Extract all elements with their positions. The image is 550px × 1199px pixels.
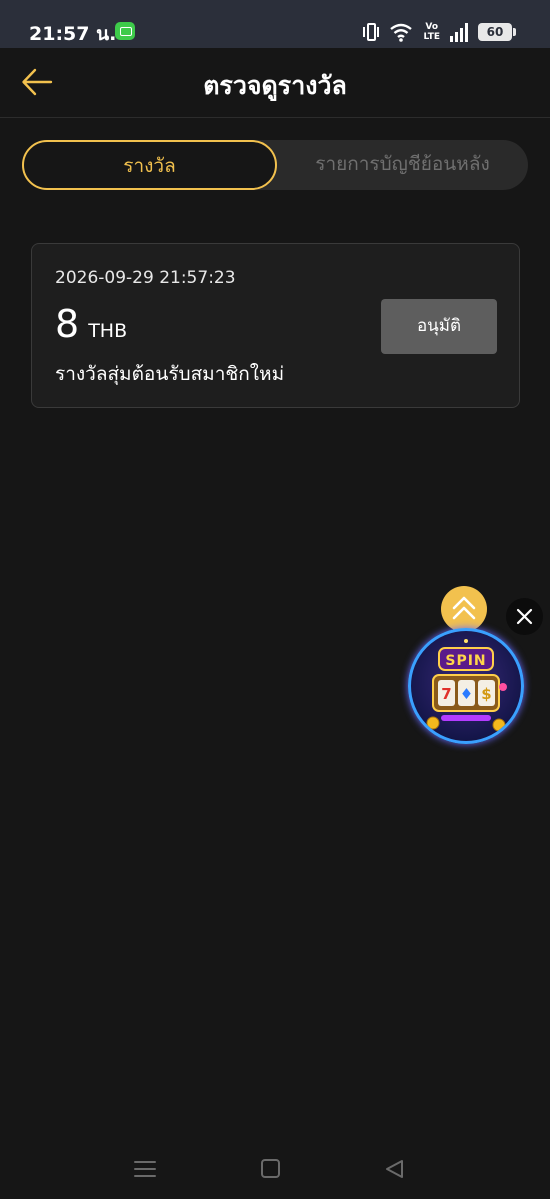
tab-rewards[interactable]: รางวัล (22, 140, 277, 190)
volte-line2: LTE (423, 32, 440, 42)
reward-name: รางวัลสุ่มต้อนรับสมาชิกใหม่ (55, 363, 285, 385)
spin-widget[interactable]: 7 ♦ $ SPIN (408, 628, 524, 744)
signal-icon (450, 22, 468, 42)
close-icon (516, 608, 533, 625)
reward-card: 2026-09-29 21:57:23 8 THB รางวัลสุ่มต้อน… (31, 243, 520, 408)
volte-indicator: Vo LTE (423, 22, 440, 42)
vibrate-icon (363, 21, 380, 43)
spin-label: SPIN (445, 653, 487, 669)
system-back-button[interactable] (380, 1154, 410, 1184)
recent-apps-button[interactable] (130, 1154, 160, 1184)
app-header: ตรวจดูรางวัล (0, 48, 550, 118)
chat-notification-icon (115, 22, 135, 40)
chevron-up-icon (452, 596, 476, 620)
wifi-icon (390, 23, 413, 42)
back-icon (386, 1160, 403, 1178)
reward-date: 2026-09-29 21:57:23 (55, 268, 236, 288)
reel-2-text: ♦ (460, 685, 473, 703)
status-bar: 21:57 น. Vo LTE 60 (0, 0, 550, 48)
system-nav-bar (0, 1140, 550, 1199)
status-icons: Vo LTE 60 (363, 20, 516, 44)
home-button[interactable] (256, 1154, 286, 1184)
collapse-widget-button[interactable] (441, 586, 487, 632)
slot-machine-icon: 7 ♦ $ (426, 639, 507, 732)
home-icon (261, 1159, 280, 1178)
status-time: 21:57 น. (29, 23, 117, 45)
menu-icon (134, 1161, 156, 1177)
volte-line1: Vo (425, 22, 439, 32)
battery-icon: 60 (478, 23, 516, 41)
reward-value: 8 (55, 302, 80, 346)
page-title: ตรวจดูรางวัล (203, 71, 347, 100)
close-widget-button[interactable] (506, 598, 543, 635)
tab-account-history[interactable]: รายการบัญชีย้อนหลัง (277, 140, 528, 190)
reward-currency: THB (88, 320, 128, 342)
tab-bar: รายการบัญชีย้อนหลัง รางวัล (22, 140, 528, 190)
reel-3-text: $ (481, 685, 491, 703)
approve-button[interactable]: อนุมัติ (381, 299, 497, 354)
reel-1-text: 7 (441, 685, 451, 703)
reward-amount: 8 THB (55, 302, 127, 346)
